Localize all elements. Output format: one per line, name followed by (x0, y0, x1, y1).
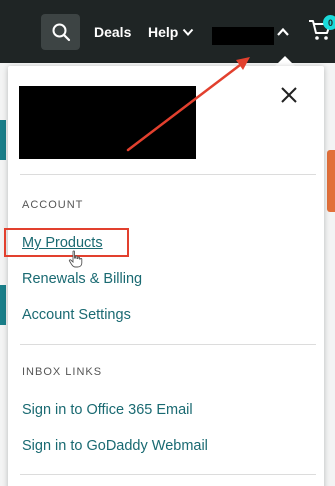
background-orange-tab (327, 150, 335, 212)
inbox-links-section-heading: INBOX LINKS (22, 366, 103, 378)
background-accent (0, 120, 6, 160)
user-info-redacted (19, 86, 196, 159)
nav-deals-link[interactable]: Deals (94, 24, 131, 40)
page: Deals Help 0 ACCOUNT My Products Renewal… (0, 0, 335, 486)
divider (20, 344, 316, 345)
hand-cursor-icon (68, 250, 83, 268)
nav-help-label: Help (148, 24, 179, 40)
menu-item-account-settings[interactable]: Account Settings (22, 307, 131, 323)
background-accent (0, 285, 6, 325)
dropdown-caret (275, 56, 295, 66)
menu-item-renewals-billing[interactable]: Renewals & Billing (22, 271, 142, 287)
close-icon (281, 87, 297, 103)
nav-help-menu[interactable]: Help (148, 24, 194, 40)
menu-item-godaddy-webmail[interactable]: Sign in to GoDaddy Webmail (22, 438, 208, 454)
search-icon (52, 23, 70, 42)
account-dropdown: ACCOUNT My Products Renewals & Billing A… (8, 66, 324, 486)
cart-count-badge: 0 (323, 15, 335, 30)
divider (20, 474, 316, 475)
menu-item-office365-email[interactable]: Sign in to Office 365 Email (22, 402, 193, 418)
chevron-up-icon[interactable] (276, 26, 290, 38)
search-button[interactable] (41, 14, 80, 50)
chevron-down-icon (183, 28, 194, 36)
divider (20, 174, 316, 175)
close-button[interactable] (276, 82, 302, 108)
account-name-redacted[interactable] (212, 27, 274, 45)
annotation-highlight-box (4, 228, 129, 257)
account-section-heading: ACCOUNT (22, 199, 84, 211)
top-navigation-bar: Deals Help 0 (0, 0, 335, 63)
